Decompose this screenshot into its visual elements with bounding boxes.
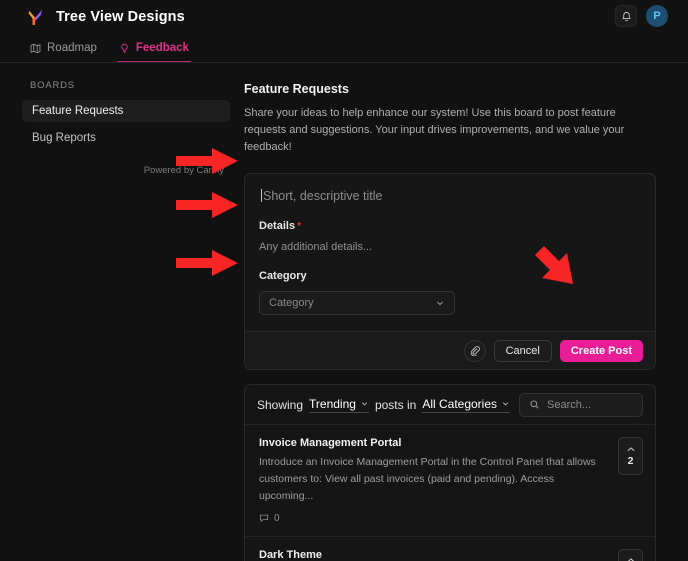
arrow-to-details-field: [176, 190, 240, 220]
nav-tabs: Roadmap Feedback: [0, 33, 688, 63]
main-content: Feature Requests Share your ideas to hel…: [244, 82, 656, 561]
details-label: Details*: [259, 220, 641, 232]
bell-icon: [621, 11, 632, 22]
search-icon: [529, 399, 540, 410]
create-post-button[interactable]: Create Post: [560, 340, 643, 362]
chevron-down-icon: [501, 399, 510, 408]
category-filter-dropdown[interactable]: All Categories: [422, 397, 510, 413]
chevron-down-icon: [435, 298, 445, 308]
notifications-button[interactable]: [615, 5, 637, 27]
compose-footer: Cancel Create Post: [245, 331, 655, 369]
brand[interactable]: Tree View Designs: [0, 6, 185, 28]
compose-post-card: Short, descriptive title Details* Any ad…: [244, 173, 656, 370]
sort-dropdown[interactable]: Trending: [309, 397, 369, 413]
category-select[interactable]: Category: [259, 291, 455, 315]
powered-by-canny[interactable]: Powered by Canny: [22, 165, 230, 176]
required-marker: *: [297, 221, 301, 232]
attach-file-button[interactable]: [464, 340, 486, 362]
paperclip-icon: [469, 345, 480, 356]
post-details-input[interactable]: Any additional details...: [259, 241, 641, 253]
avatar-initial: P: [653, 10, 660, 22]
cancel-button-label: Cancel: [506, 345, 540, 357]
posts-card: Showing Trending posts in All Categories: [244, 384, 656, 561]
vote-button[interactable]: 3: [618, 549, 643, 561]
avatar[interactable]: P: [646, 5, 668, 27]
page-description: Share your ideas to help enhance our sys…: [244, 105, 638, 156]
sidebar-item-feature-requests[interactable]: Feature Requests: [22, 100, 230, 122]
sort-dropdown-value: Trending: [309, 397, 356, 411]
chevron-up-icon: [626, 446, 636, 453]
brand-title: Tree View Designs: [56, 9, 185, 25]
tree-view-logo-icon: [24, 6, 46, 28]
text-caret: [261, 189, 262, 202]
comment-icon: [259, 513, 269, 523]
vote-button[interactable]: 2: [618, 437, 643, 475]
post-title[interactable]: Dark Theme: [259, 549, 608, 561]
category-filter-value: All Categories: [422, 397, 497, 411]
tab-roadmap-label: Roadmap: [47, 42, 97, 54]
post-body: Introduce an Invoice Management Portal i…: [259, 454, 608, 504]
app-root: Tree View Designs P: [0, 0, 688, 561]
compose-body: Short, descriptive title Details* Any ad…: [245, 174, 655, 331]
post-title[interactable]: Invoice Management Portal: [259, 437, 608, 449]
search-input-placeholder: Search...: [547, 399, 591, 411]
posts-in-label: posts in: [375, 398, 416, 412]
top-bar-actions: P: [615, 5, 668, 27]
search-input[interactable]: Search...: [519, 393, 643, 417]
chevron-up-icon: [626, 557, 636, 561]
category-select-value: Category: [269, 297, 314, 309]
tab-feedback[interactable]: Feedback: [119, 33, 189, 63]
post-content: Dark Theme Introduce a Dark Mode option,…: [259, 549, 608, 561]
chevron-down-icon: [360, 399, 369, 408]
create-post-button-label: Create Post: [571, 345, 632, 357]
list-item[interactable]: Dark Theme Introduce a Dark Mode option,…: [245, 537, 655, 561]
tab-roadmap[interactable]: Roadmap: [30, 33, 97, 63]
sidebar-item-label: Bug Reports: [32, 132, 96, 144]
sidebar: BOARDS Feature Requests Bug Reports Powe…: [22, 80, 230, 176]
map-icon: [30, 43, 41, 54]
tab-feedback-label: Feedback: [136, 42, 189, 54]
cancel-button[interactable]: Cancel: [494, 340, 552, 362]
comment-count: 0: [274, 513, 280, 524]
post-title-placeholder: Short, descriptive title: [263, 189, 383, 203]
header-divider: [0, 62, 688, 63]
showing-label: Showing: [257, 398, 303, 412]
top-bar: Tree View Designs P: [0, 0, 688, 33]
sidebar-item-label: Feature Requests: [32, 105, 123, 117]
sidebar-section-label: BOARDS: [22, 80, 230, 91]
vote-count: 2: [628, 455, 634, 467]
post-meta: 0: [259, 513, 608, 524]
details-label-text: Details: [259, 220, 295, 232]
sidebar-item-bug-reports[interactable]: Bug Reports: [22, 127, 230, 149]
post-content: Invoice Management Portal Introduce an I…: [259, 437, 608, 523]
page-title: Feature Requests: [244, 82, 656, 96]
filter-bar: Showing Trending posts in All Categories: [245, 385, 655, 425]
category-label: Category: [259, 270, 641, 282]
list-item[interactable]: Invoice Management Portal Introduce an I…: [245, 425, 655, 536]
arrow-to-category-field: [176, 248, 240, 278]
post-title-input[interactable]: Short, descriptive title: [259, 189, 641, 203]
lightbulb-icon: [119, 43, 130, 54]
